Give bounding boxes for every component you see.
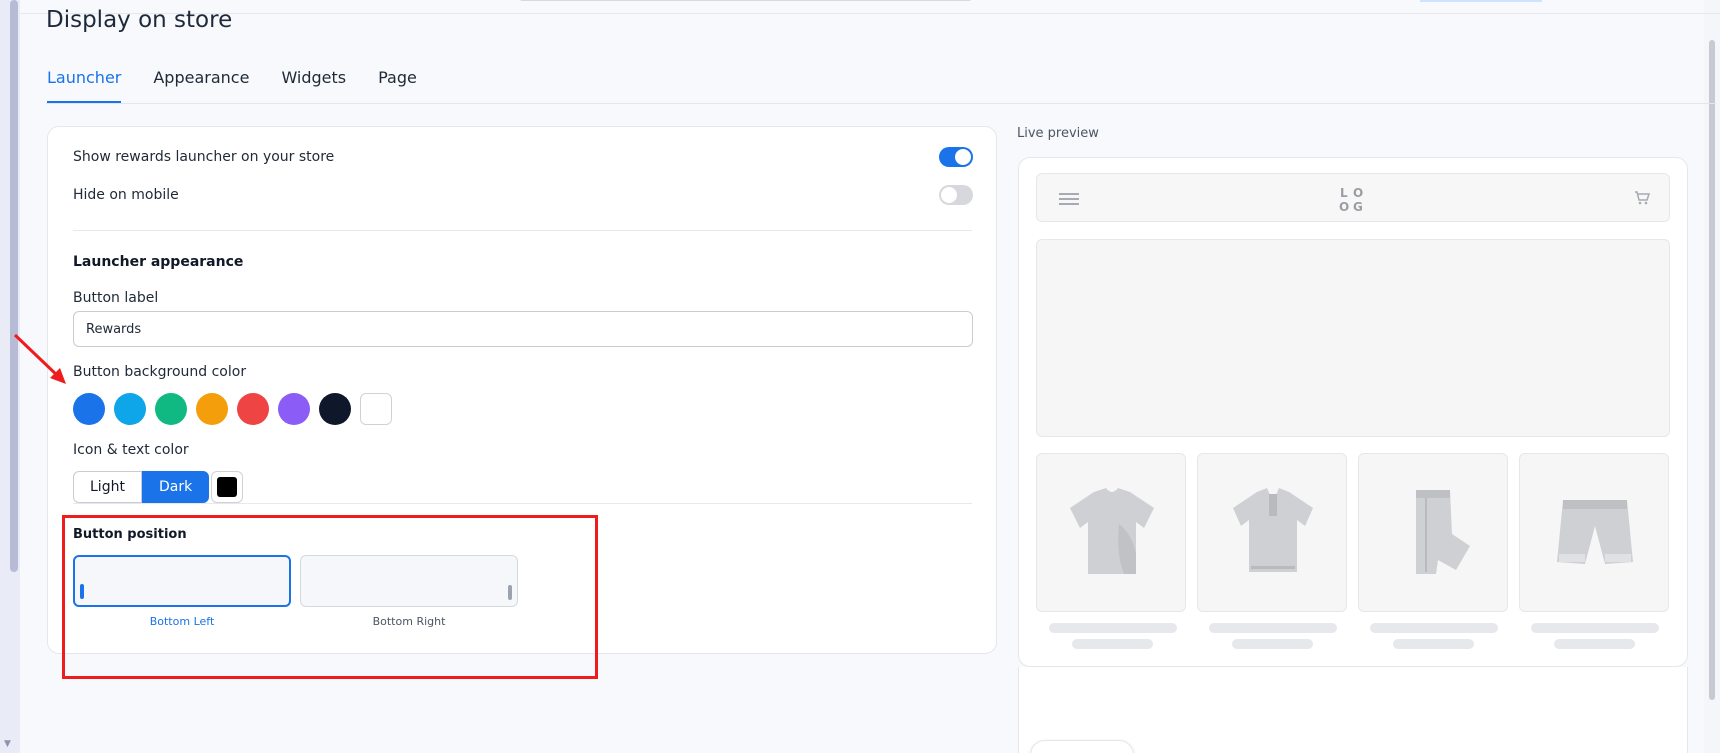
live-preview-frame: L O O G bbox=[1018, 157, 1688, 667]
bg-color-swatches bbox=[73, 393, 401, 425]
light-option-button[interactable]: Light bbox=[73, 471, 142, 503]
product-price-placeholder bbox=[1554, 639, 1635, 649]
shorts-icon bbox=[1557, 500, 1633, 564]
live-preview-label: Live preview bbox=[1017, 126, 1099, 141]
search-input[interactable] bbox=[518, 0, 973, 1]
page-title: Display on store bbox=[46, 7, 233, 33]
icon-text-segmented-control: Light Dark bbox=[73, 471, 210, 503]
header-button[interactable] bbox=[1420, 0, 1542, 2]
color-swatch-dark[interactable] bbox=[319, 393, 351, 425]
header-divider bbox=[20, 13, 1720, 14]
annotation-highlight-box bbox=[62, 515, 598, 679]
button-label-label: Button label bbox=[73, 290, 159, 306]
product-price-placeholder bbox=[1232, 639, 1313, 649]
bg-color-label: Button background color bbox=[73, 364, 247, 380]
button-label-input[interactable] bbox=[73, 311, 973, 347]
launcher-appearance-title: Launcher appearance bbox=[73, 254, 244, 270]
show-launcher-toggle[interactable] bbox=[939, 147, 973, 167]
tab-launcher[interactable]: Launcher bbox=[47, 68, 122, 103]
hide-mobile-label: Hide on mobile bbox=[73, 187, 179, 203]
color-swatch-orange[interactable] bbox=[196, 393, 228, 425]
color-swatch-purple[interactable] bbox=[278, 393, 310, 425]
icon-text-color-picker[interactable] bbox=[211, 471, 243, 503]
preview-hero-banner bbox=[1036, 239, 1670, 437]
color-swatch-custom[interactable] bbox=[360, 393, 392, 425]
menu-icon bbox=[1059, 193, 1079, 205]
preview-product-card bbox=[1197, 453, 1347, 612]
svg-text:G: G bbox=[1353, 200, 1363, 214]
preview-navbar: L O O G bbox=[1036, 173, 1670, 222]
tab-page[interactable]: Page bbox=[378, 68, 417, 103]
product-title-placeholder bbox=[1209, 623, 1337, 633]
dark-option-button[interactable]: Dark bbox=[141, 471, 210, 503]
t-shirt-icon bbox=[1070, 488, 1154, 574]
preview-rewards-launcher bbox=[1030, 740, 1134, 753]
color-swatch-blue[interactable] bbox=[73, 393, 105, 425]
tabs-divider bbox=[46, 103, 1716, 104]
color-swatch-sky[interactable] bbox=[114, 393, 146, 425]
product-title-placeholder bbox=[1049, 623, 1177, 633]
svg-text:O: O bbox=[1339, 200, 1349, 214]
section-divider bbox=[73, 230, 972, 231]
preview-product-card bbox=[1036, 453, 1186, 612]
product-price-placeholder bbox=[1393, 639, 1474, 649]
svg-text:O: O bbox=[1353, 186, 1363, 200]
section-divider bbox=[73, 503, 972, 504]
product-title-placeholder bbox=[1531, 623, 1659, 633]
preview-product-card bbox=[1519, 453, 1669, 612]
icon-text-color-label: Icon & text color bbox=[73, 442, 189, 458]
product-price-placeholder bbox=[1072, 639, 1153, 649]
tab-bar: Launcher Appearance Widgets Page bbox=[47, 68, 449, 103]
svg-text:L: L bbox=[1340, 186, 1348, 200]
product-title-placeholder bbox=[1370, 623, 1498, 633]
color-swatch-red[interactable] bbox=[237, 393, 269, 425]
preview-scrollbar[interactable] bbox=[1704, 0, 1720, 753]
tab-widgets[interactable]: Widgets bbox=[281, 68, 346, 103]
scrollbar-thumb[interactable] bbox=[10, 0, 18, 572]
polo-shirt-icon bbox=[1233, 488, 1313, 572]
preview-product-card bbox=[1358, 453, 1508, 612]
show-launcher-label: Show rewards launcher on your store bbox=[73, 149, 335, 165]
tab-appearance[interactable]: Appearance bbox=[153, 68, 249, 103]
color-swatch-green[interactable] bbox=[155, 393, 187, 425]
scrollbar-thumb[interactable] bbox=[1709, 40, 1715, 700]
jeans-icon bbox=[1416, 490, 1470, 574]
annotation-arrow-icon bbox=[13, 333, 66, 384]
hide-mobile-toggle[interactable] bbox=[939, 185, 973, 205]
cart-icon bbox=[1635, 191, 1650, 205]
scroll-down-arrow-icon[interactable]: ▼ bbox=[4, 739, 11, 749]
logo-icon: L O O G bbox=[1339, 186, 1363, 214]
